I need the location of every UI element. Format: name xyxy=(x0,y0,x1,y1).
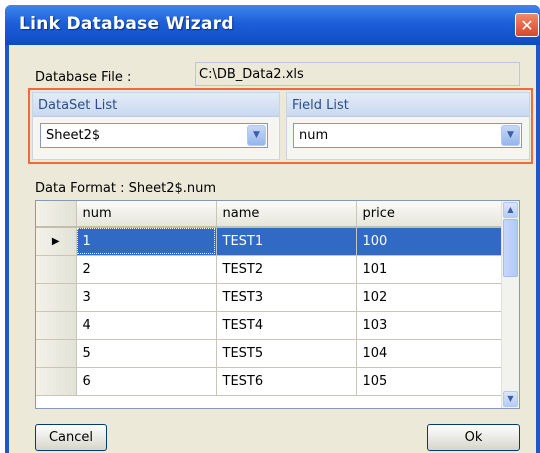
list-selection-highlight: DataSet List Sheet2$ ▼ Field List num ▼ xyxy=(28,88,533,164)
database-file-label: Database File : xyxy=(35,70,132,85)
row-header[interactable] xyxy=(36,311,77,340)
table-row[interactable]: ▶ 1 TEST1 100 xyxy=(36,227,503,256)
cell-name[interactable]: TEST5 xyxy=(216,339,357,368)
dialog-body: Database File : C:\DB_Data2.xls DataSet … xyxy=(9,45,536,453)
cell-num[interactable]: 4 xyxy=(76,311,217,340)
cell-num[interactable]: 6 xyxy=(76,367,217,396)
row-indicator-icon: ▶ xyxy=(36,227,77,256)
cell-num[interactable]: 3 xyxy=(76,283,217,312)
vertical-scrollbar[interactable]: ▲ ▼ xyxy=(501,201,519,408)
arrow-down-icon[interactable]: ▼ xyxy=(503,391,518,407)
row-header[interactable] xyxy=(36,367,77,396)
link-database-wizard-window: Link Database Wizard ✕ Database File : C… xyxy=(5,5,540,453)
cell-name[interactable]: TEST1 xyxy=(216,227,357,256)
window-title: Link Database Wizard xyxy=(19,14,234,34)
cancel-button[interactable]: Cancel xyxy=(35,424,107,451)
data-table: num name price ▶ 1 TEST1 100 2 TEST2 101… xyxy=(36,201,503,396)
arrow-up-icon[interactable]: ▲ xyxy=(503,202,518,218)
table-row[interactable]: 4 TEST4 103 xyxy=(36,311,503,340)
database-file-field[interactable]: C:\DB_Data2.xls xyxy=(195,62,520,86)
cell-price[interactable]: 103 xyxy=(356,311,503,340)
table-row[interactable]: 2 TEST2 101 xyxy=(36,255,503,284)
close-icon: ✕ xyxy=(520,16,534,35)
dataset-list-value: Sheet2$ xyxy=(46,128,101,143)
cell-price[interactable]: 102 xyxy=(356,283,503,312)
table-row[interactable]: 3 TEST3 102 xyxy=(36,283,503,312)
row-header[interactable] xyxy=(36,255,77,284)
field-list-dropdown[interactable]: num ▼ xyxy=(293,123,522,148)
cell-name[interactable]: TEST6 xyxy=(216,367,357,396)
cell-price[interactable]: 101 xyxy=(356,255,503,284)
row-header-corner xyxy=(36,201,77,228)
cell-num[interactable]: 2 xyxy=(76,255,217,284)
chevron-down-icon[interactable]: ▼ xyxy=(247,125,266,146)
dataset-list-label: DataSet List xyxy=(33,93,279,117)
row-header[interactable] xyxy=(36,283,77,312)
field-list-value: num xyxy=(299,128,329,143)
header-row: num name price xyxy=(36,201,503,228)
column-header-name[interactable]: name xyxy=(216,201,357,228)
field-list-label: Field List xyxy=(287,93,529,117)
cell-price[interactable]: 105 xyxy=(356,367,503,396)
data-grid[interactable]: num name price ▶ 1 TEST1 100 2 TEST2 101… xyxy=(35,200,520,409)
cell-name[interactable]: TEST4 xyxy=(216,311,357,340)
column-header-num[interactable]: num xyxy=(76,201,217,228)
cell-num[interactable]: 5 xyxy=(76,339,217,368)
cell-price[interactable]: 104 xyxy=(356,339,503,368)
table-row[interactable]: 5 TEST5 104 xyxy=(36,339,503,368)
title-bar[interactable]: Link Database Wizard ✕ xyxy=(5,5,540,45)
row-header[interactable] xyxy=(36,339,77,368)
chevron-down-icon[interactable]: ▼ xyxy=(501,125,520,146)
cell-name[interactable]: TEST3 xyxy=(216,283,357,312)
column-header-price[interactable]: price xyxy=(356,201,503,228)
dataset-list-dropdown[interactable]: Sheet2$ ▼ xyxy=(40,123,268,148)
table-row[interactable]: 6 TEST6 105 xyxy=(36,367,503,396)
ok-button[interactable]: Ok xyxy=(427,424,520,451)
close-button[interactable]: ✕ xyxy=(515,13,539,37)
cell-price[interactable]: 100 xyxy=(356,227,503,256)
cell-num[interactable]: 1 xyxy=(76,227,217,256)
scrollbar-thumb[interactable] xyxy=(503,219,518,277)
data-format-label: Data Format : Sheet2$.num xyxy=(35,181,217,196)
cell-name[interactable]: TEST2 xyxy=(216,255,357,284)
